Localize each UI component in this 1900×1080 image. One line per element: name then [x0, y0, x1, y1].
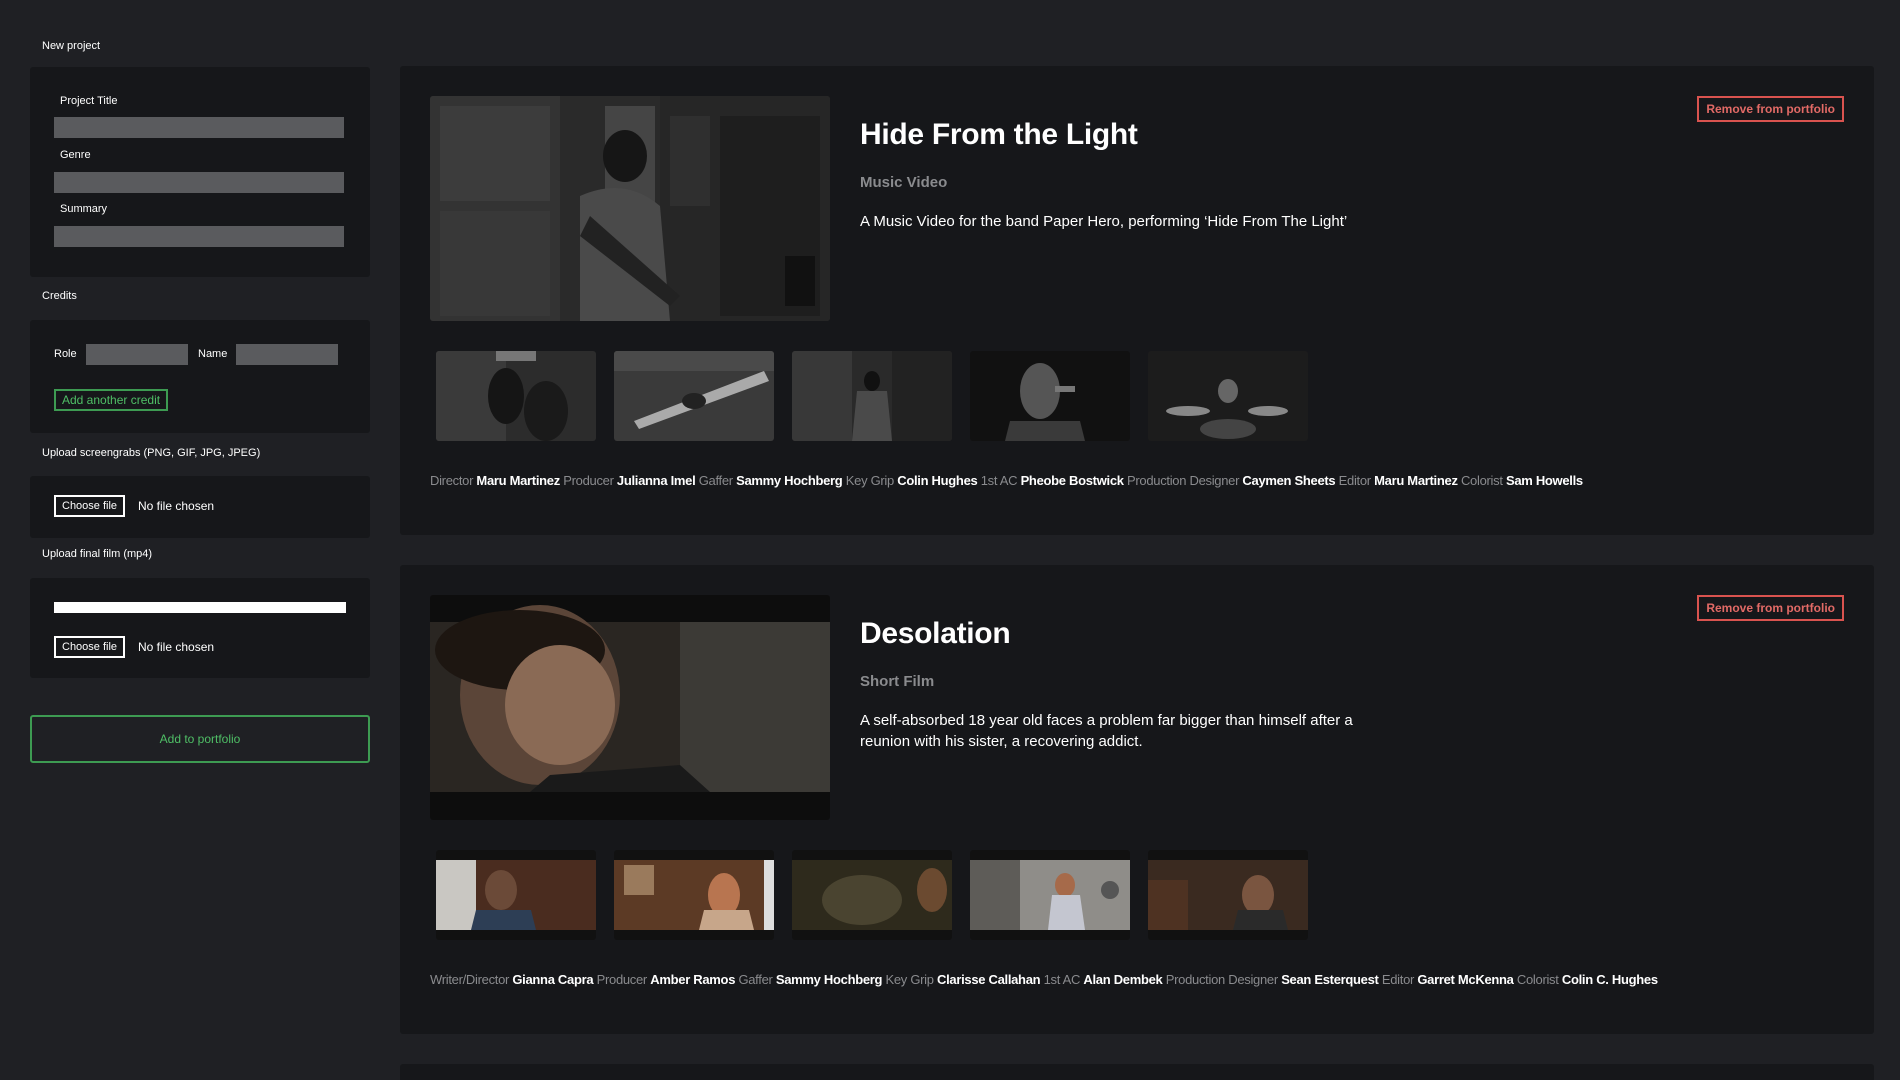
- credit-name: Sammy Hochberg: [775, 972, 883, 987]
- credit-role: Colorist: [1460, 473, 1503, 488]
- screengrabs-file-status: No file chosen: [138, 499, 215, 513]
- add-credit-button[interactable]: Add another credit: [54, 389, 169, 411]
- credit-role: Editor: [1381, 972, 1415, 987]
- credit-role: Production Designer: [1127, 473, 1240, 488]
- credit-role: Gaffer: [738, 972, 773, 987]
- credit-role: 1st AC: [980, 473, 1018, 488]
- credit-role: Director: [430, 473, 474, 488]
- genre-input[interactable]: [54, 172, 344, 193]
- credit-name: Garret McKenna: [1417, 972, 1514, 987]
- screengrabs-card: Choose file No file chosen: [30, 476, 370, 538]
- credit-role: Key Grip: [885, 972, 934, 987]
- credit-name: Clarisse Callahan: [936, 972, 1041, 987]
- project-card: Hide From the Light Music Video A Music …: [400, 66, 1874, 535]
- screengrab-thumbnail[interactable]: [436, 850, 596, 940]
- final-film-heading: Upload final film (mp4): [42, 548, 153, 560]
- credits-heading: Credits: [42, 290, 77, 302]
- credit-role: Editor: [1338, 473, 1371, 488]
- role-label: Role: [54, 348, 77, 360]
- screengrab-thumbnail[interactable]: [792, 351, 952, 441]
- project-title-input[interactable]: [54, 117, 344, 138]
- summary-label: Summary: [60, 203, 108, 215]
- credit-name: Colin C. Hughes: [1561, 972, 1658, 987]
- credit-name: Sean Esterquest: [1281, 972, 1379, 987]
- project-card: [400, 1064, 1874, 1080]
- name-label: Name: [198, 348, 228, 360]
- add-to-portfolio-button[interactable]: Add to portfolio: [30, 715, 370, 763]
- final-film-choose-file-button[interactable]: Choose file: [54, 636, 126, 658]
- credit-name: Caymen Sheets: [1242, 473, 1336, 488]
- screengrab-thumbnail[interactable]: [436, 351, 596, 441]
- final-film-card: Choose file No file chosen: [30, 578, 370, 678]
- screengrab-thumbnail[interactable]: [614, 351, 774, 441]
- credit-role: Gaffer: [698, 473, 733, 488]
- screengrab-thumbnail[interactable]: [1148, 850, 1308, 940]
- credit-name: Colin Hughes: [897, 473, 978, 488]
- credit-role: Writer/Director: [430, 972, 510, 987]
- summary-input[interactable]: [54, 226, 344, 247]
- credit-role: Production Designer: [1165, 972, 1278, 987]
- project-credits: Writer/Director Gianna Capra Producer Am…: [430, 972, 1658, 987]
- credit-name: Pheobe Bostwick: [1020, 473, 1124, 488]
- project-genre: Music Video: [860, 174, 948, 191]
- project-hero-image[interactable]: [430, 595, 830, 820]
- project-title-label: Project Title: [60, 95, 118, 107]
- final-film-file-status: No file chosen: [138, 640, 215, 654]
- genre-label: Genre: [60, 149, 91, 161]
- project-details-card: Project Title Genre Summary: [30, 67, 370, 277]
- upload-progress-bar: [54, 602, 346, 613]
- credit-role: Key Grip: [845, 473, 894, 488]
- screengrab-thumbnail[interactable]: [970, 351, 1130, 441]
- credit-role: Producer: [596, 972, 648, 987]
- credit-role: Colorist: [1516, 972, 1559, 987]
- remove-from-portfolio-button[interactable]: Remove from portfolio: [1697, 595, 1844, 621]
- screengrab-thumbnail[interactable]: [792, 850, 952, 940]
- credit-name: Sammy Hochberg: [736, 473, 843, 488]
- credit-role: 1st AC: [1043, 972, 1081, 987]
- project-hero-image[interactable]: [430, 96, 830, 321]
- project-summary: A self-absorbed 18 year old faces a prob…: [860, 712, 1353, 750]
- credit-name: Amber Ramos: [650, 972, 736, 987]
- credit-name: Maru Martinez: [1374, 473, 1458, 488]
- credits-card: Role Name Add another credit: [30, 320, 370, 433]
- credit-name: Maru Martinez: [476, 473, 560, 488]
- remove-from-portfolio-button[interactable]: Remove from portfolio: [1697, 96, 1844, 122]
- screengrab-thumbnails: [436, 850, 1308, 940]
- credit-name: Gianna Capra: [512, 972, 594, 987]
- credit-name: Alan Dembek: [1083, 972, 1163, 987]
- project-card: Desolation Short Film A self-absorbed 18…: [400, 565, 1874, 1034]
- screengrab-thumbnail[interactable]: [970, 850, 1130, 940]
- role-input[interactable]: [86, 344, 188, 365]
- project-genre: Short Film: [860, 673, 935, 690]
- screengrab-thumbnails: [436, 351, 1308, 441]
- credit-role: Producer: [563, 473, 614, 488]
- project-title: Hide From the Light: [860, 118, 1138, 151]
- screengrab-thumbnail[interactable]: [1148, 351, 1308, 441]
- project-credits: Director Maru Martinez Producer Julianna…: [430, 473, 1583, 488]
- screengrab-thumbnail[interactable]: [614, 850, 774, 940]
- credit-name: Sam Howells: [1505, 473, 1583, 488]
- project-summary: A Music Video for the band Paper Hero, p…: [860, 213, 1348, 230]
- new-project-heading: New project: [42, 40, 101, 52]
- project-title: Desolation: [860, 617, 1011, 650]
- name-input[interactable]: [236, 344, 338, 365]
- screengrabs-heading: Upload screengrabs (PNG, GIF, JPG, JPEG): [42, 447, 261, 459]
- screengrabs-choose-file-button[interactable]: Choose file: [54, 495, 126, 517]
- credit-name: Julianna Imel: [616, 473, 696, 488]
